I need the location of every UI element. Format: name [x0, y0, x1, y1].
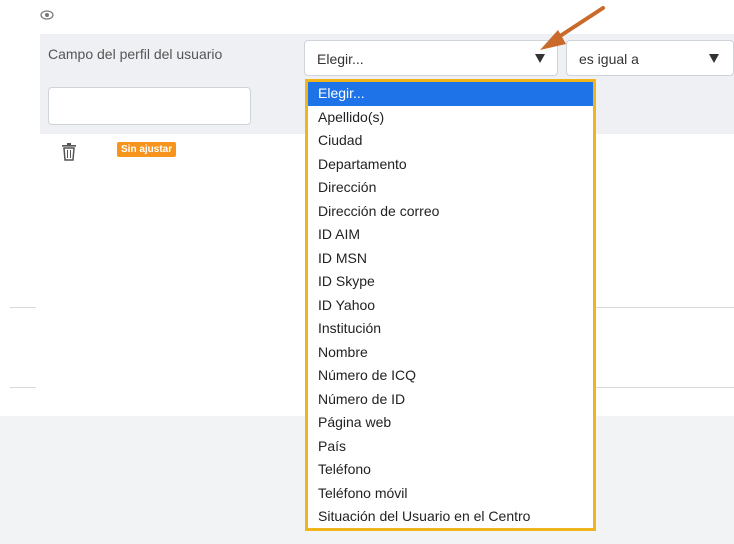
dropdown-option[interactable]: ID AIM: [308, 223, 593, 247]
dropdown-option[interactable]: Departamento: [308, 153, 593, 177]
dropdown-option[interactable]: País: [308, 435, 593, 459]
eye-icon[interactable]: [40, 10, 54, 20]
filter-value-input[interactable]: [48, 87, 251, 125]
divider: [10, 307, 36, 308]
profile-field-dropdown[interactable]: Elegir... Apellido(s) Ciudad Departament…: [305, 79, 596, 531]
profile-field-select-value: Elegir...: [317, 51, 364, 67]
dropdown-option[interactable]: Página web: [308, 411, 593, 435]
dropdown-option[interactable]: Número de ICQ: [308, 364, 593, 388]
dropdown-option[interactable]: Apellido(s): [308, 106, 593, 130]
dropdown-option[interactable]: ID Yahoo: [308, 294, 593, 318]
dropdown-option[interactable]: ID Skype: [308, 270, 593, 294]
profile-field-label: Campo del perfil del usuario: [48, 46, 223, 62]
divider: [10, 387, 36, 388]
arrow-annotation: [540, 6, 605, 50]
trash-icon[interactable]: [61, 143, 77, 161]
dropdown-option[interactable]: ID MSN: [308, 247, 593, 271]
dropdown-option[interactable]: Institución: [308, 317, 593, 341]
dropdown-option[interactable]: Ciudad: [308, 129, 593, 153]
dropdown-option[interactable]: Elegir...: [308, 82, 593, 106]
status-badge: Sin ajustar: [117, 142, 177, 157]
dropdown-option[interactable]: Dirección de correo: [308, 200, 593, 224]
chevron-down-icon: [709, 54, 719, 63]
dropdown-option[interactable]: Nombre: [308, 341, 593, 365]
divider: [596, 387, 734, 388]
dropdown-option[interactable]: Situación del Usuario en el Centro: [308, 505, 593, 529]
divider: [596, 307, 734, 308]
dropdown-option[interactable]: Teléfono móvil: [308, 482, 593, 506]
dropdown-option[interactable]: Número de ID: [308, 388, 593, 412]
dropdown-option[interactable]: Teléfono: [308, 458, 593, 482]
dropdown-option[interactable]: Dirección: [308, 176, 593, 200]
